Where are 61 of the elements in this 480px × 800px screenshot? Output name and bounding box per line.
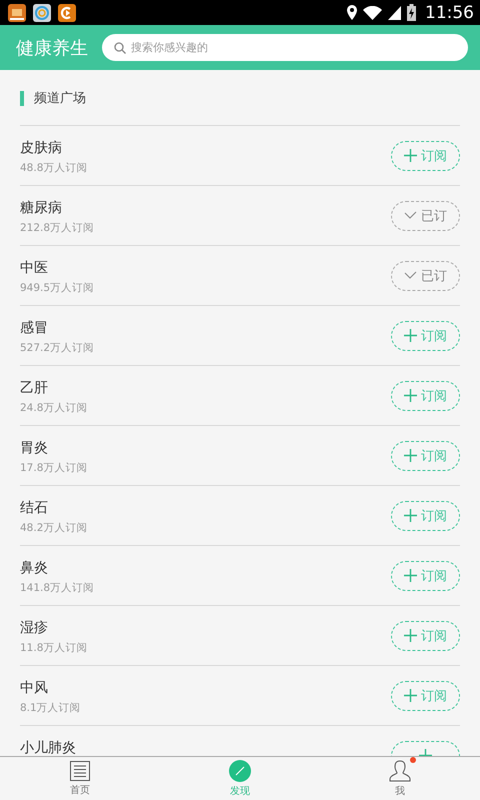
section-title: 频道广场 xyxy=(34,90,86,107)
wifi-icon xyxy=(363,6,382,20)
channel-name: 湿疹 xyxy=(20,619,49,637)
document-icon xyxy=(70,760,90,780)
subscriber-count: 141.8万人订阅 xyxy=(20,581,94,595)
person-icon xyxy=(389,760,411,782)
subscribe-button[interactable]: 订阅 xyxy=(391,320,460,350)
subscriber-count: 24.8万人订阅 xyxy=(20,401,88,415)
channel-name: 中医 xyxy=(20,259,49,277)
plus-icon xyxy=(404,689,417,702)
app-icon xyxy=(58,4,76,22)
channel-name: 鼻炎 xyxy=(20,559,49,577)
check-icon xyxy=(404,271,417,280)
channel-name: 皮肤病 xyxy=(20,139,63,157)
channel-name: 结石 xyxy=(20,499,49,517)
channel-name: 胃炎 xyxy=(20,439,49,457)
battery-icon xyxy=(407,4,416,21)
subscriber-count: 11.8万人订阅 xyxy=(20,641,88,655)
subscriber-count: 48.8万人订阅 xyxy=(20,161,88,175)
subscribe-button[interactable]: 订阅 xyxy=(391,680,460,710)
app-icon xyxy=(33,4,51,22)
subscriber-count: 527.2万人订阅 xyxy=(20,341,94,355)
subscribe-button[interactable]: 订阅 xyxy=(391,380,460,410)
subscribe-button[interactable]: 已订 xyxy=(391,200,460,230)
plus-icon xyxy=(404,569,417,582)
subscribe-button[interactable]: 订阅 xyxy=(391,500,460,530)
check-icon xyxy=(404,211,417,220)
app-title: 健康养生 xyxy=(16,36,88,60)
plus-icon xyxy=(404,629,417,642)
subscriber-count: 8.1万人订阅 xyxy=(20,701,81,715)
channel-name: 中风 xyxy=(20,679,49,697)
plus-icon xyxy=(404,389,417,402)
subscriber-count: 949.5万人订阅 xyxy=(20,281,94,295)
notification-dot xyxy=(410,756,416,762)
channel-name: 乙肝 xyxy=(20,379,49,397)
clock: 11:56 xyxy=(425,2,474,22)
plus-icon xyxy=(404,509,417,522)
location-icon xyxy=(347,5,357,20)
search-icon xyxy=(114,42,126,54)
app-icon xyxy=(8,4,26,22)
channel-name: 感冒 xyxy=(20,319,49,337)
signal-icon xyxy=(388,6,401,20)
channel-name: 糖尿病 xyxy=(20,199,63,217)
subscribe-button[interactable]: 已订 xyxy=(391,260,460,290)
subscriber-count: 48.2万人订阅 xyxy=(20,521,88,535)
subscribe-button[interactable]: 订阅 xyxy=(391,440,460,470)
section-marker xyxy=(20,90,24,106)
subscribe-button[interactable]: 订阅 xyxy=(391,140,460,170)
subscriber-count: 17.8万人订阅 xyxy=(20,461,88,475)
subscribe-button[interactable]: 订阅 xyxy=(391,560,460,590)
search-field[interactable]: 搜索你感兴趣的 xyxy=(102,34,468,61)
plus-icon xyxy=(404,149,417,162)
plus-icon xyxy=(404,329,417,342)
compass-icon xyxy=(229,760,251,782)
plus-icon xyxy=(404,449,417,462)
subscribe-button[interactable]: 订阅 xyxy=(391,620,460,650)
nav-tab[interactable]: 首页 xyxy=(0,757,160,800)
subscriber-count: 212.8万人订阅 xyxy=(20,221,94,235)
nav-tab[interactable]: 我 xyxy=(320,757,480,800)
channel-name: 小儿肺炎 xyxy=(20,739,76,756)
nav-tab[interactable]: 发现 xyxy=(160,757,320,800)
